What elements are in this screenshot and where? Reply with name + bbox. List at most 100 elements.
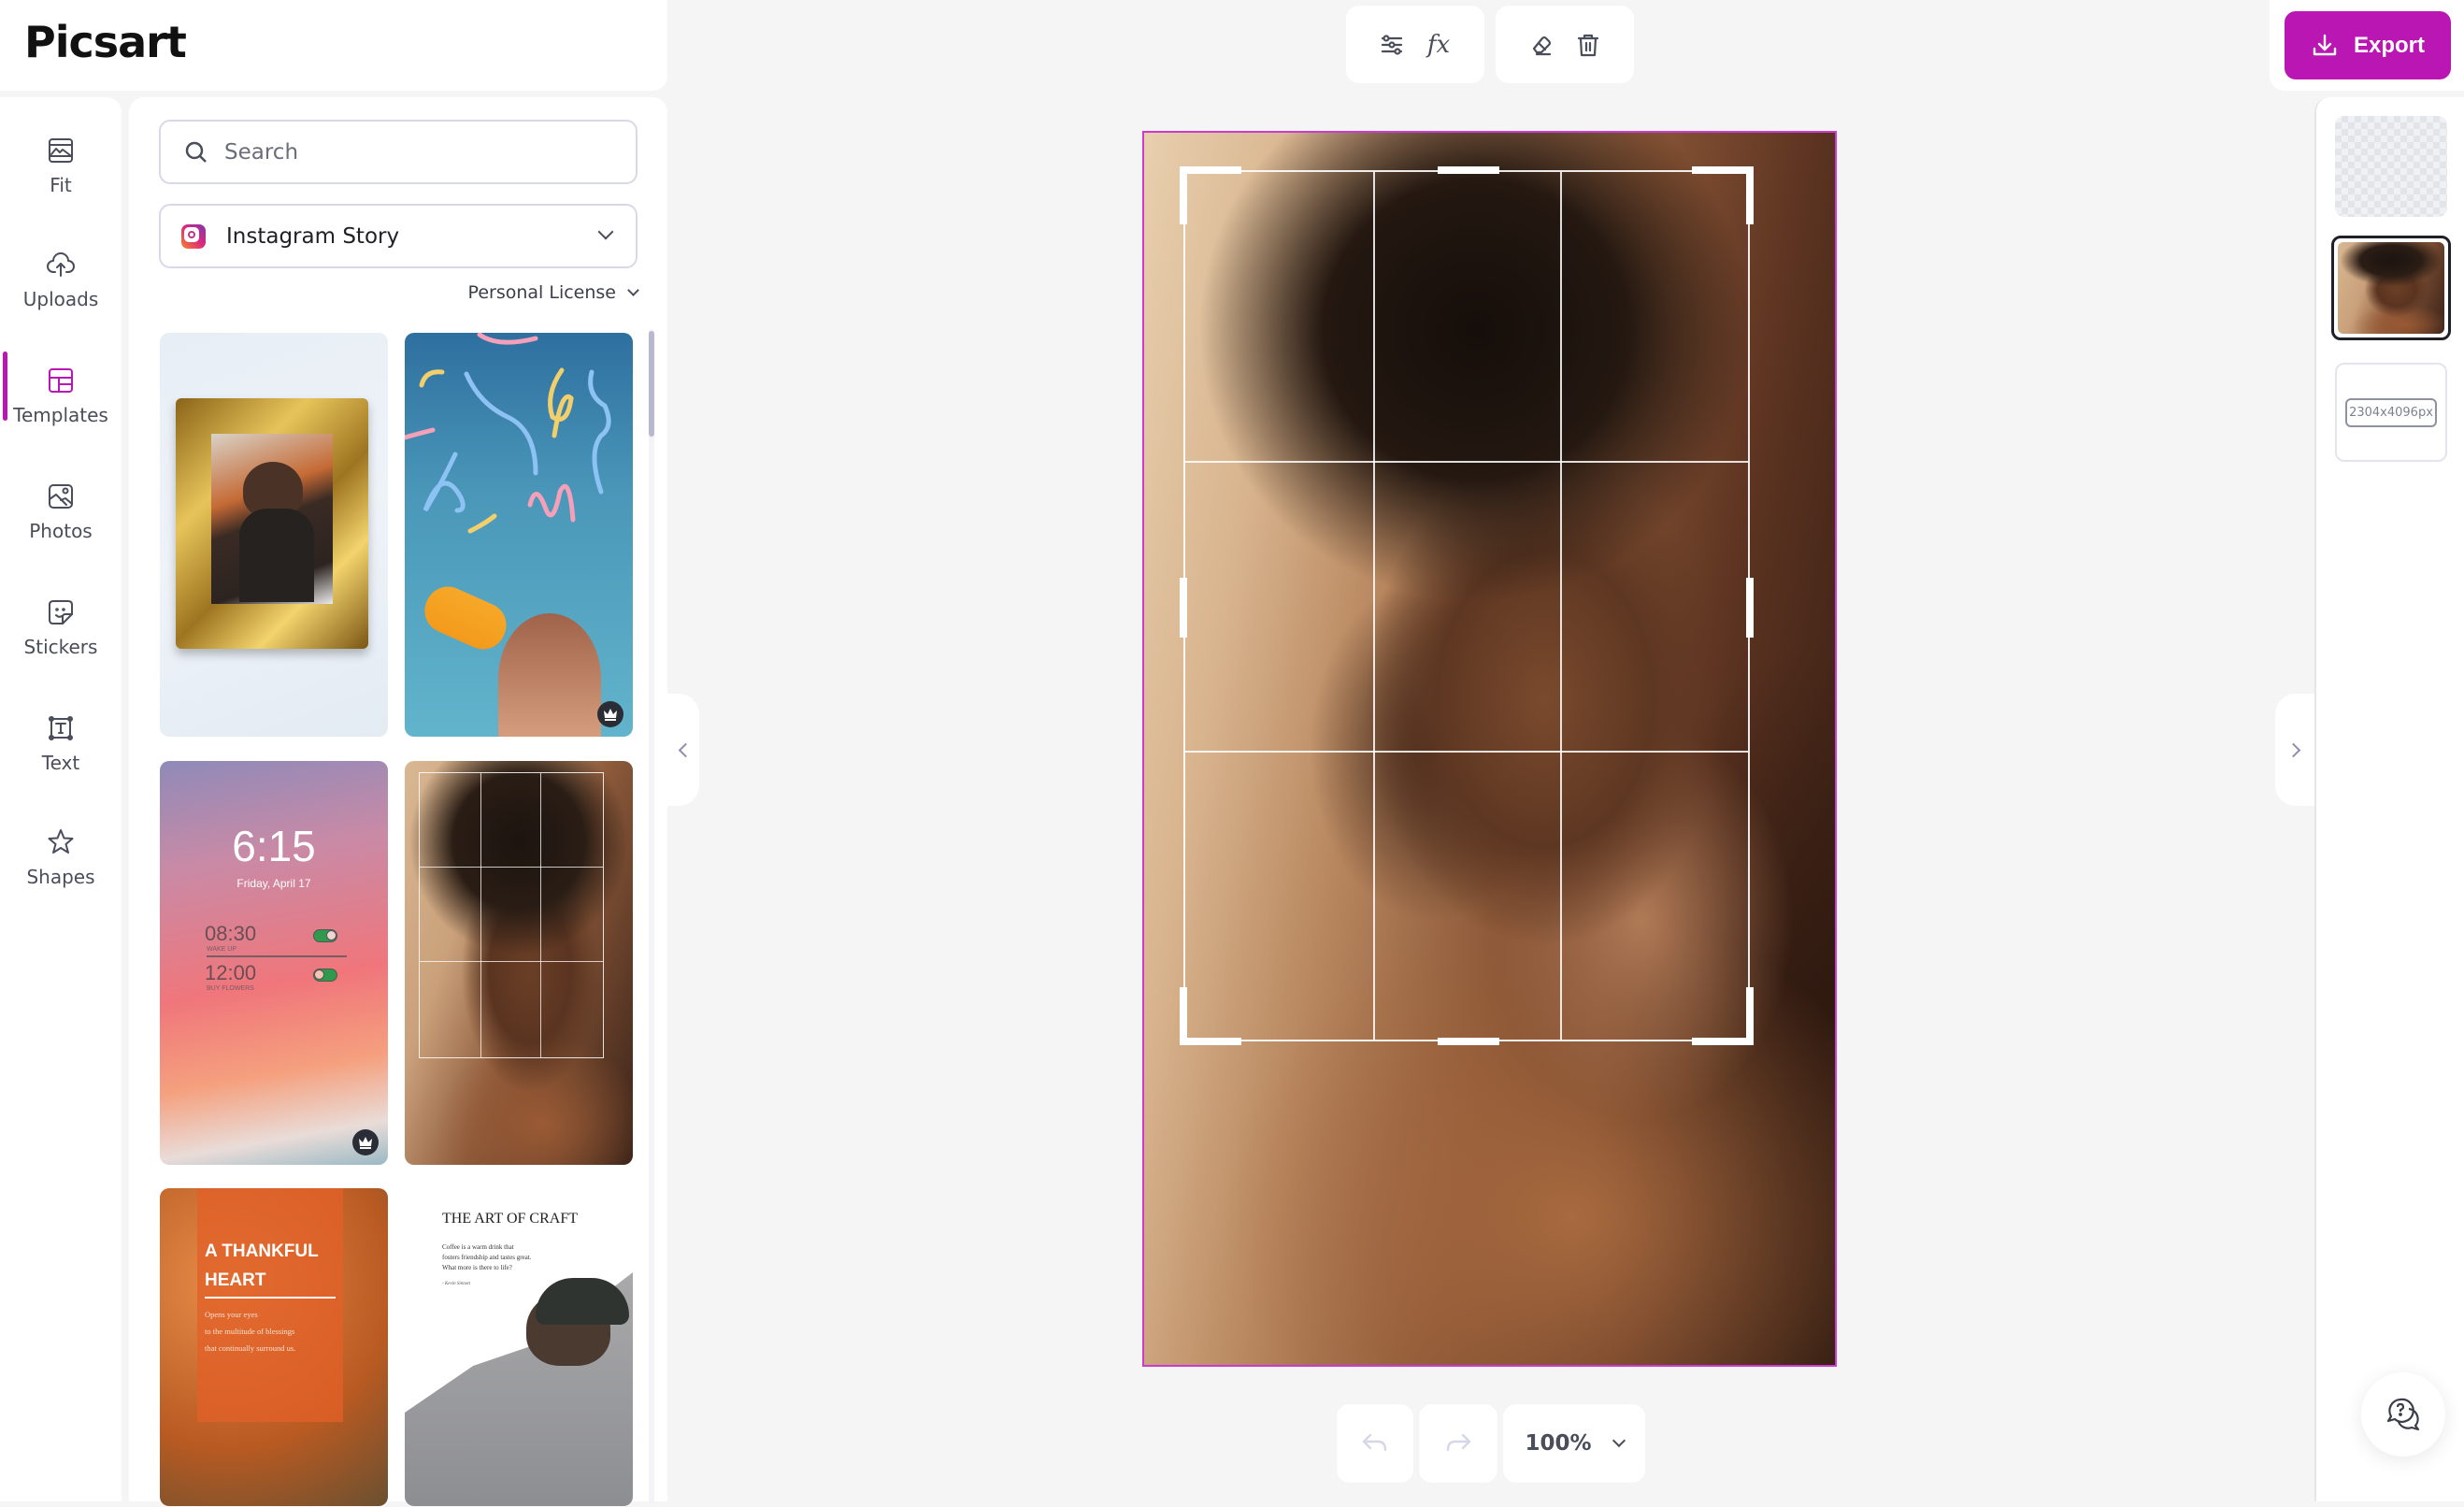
template-title: A THANKFUL HEART bbox=[205, 1241, 319, 1290]
sidebar-item-templates[interactable]: Templates bbox=[0, 344, 122, 447]
redo-icon bbox=[1446, 1433, 1471, 1452]
chevron-left-icon bbox=[678, 742, 693, 757]
crop-grid-line bbox=[1560, 172, 1563, 1040]
scrollbar-track[interactable] bbox=[649, 329, 654, 1507]
template-card-art-of-craft[interactable]: THE ART OF CRAFT Coffee is a warm drink … bbox=[405, 1188, 633, 1506]
chevron-down-icon bbox=[597, 223, 614, 240]
template-card-portrait-crop[interactable] bbox=[405, 761, 633, 1165]
template-card-thankful-heart[interactable]: A THANKFUL HEART Opens your eyes to the … bbox=[160, 1188, 388, 1506]
sidebar-item-label: Templates bbox=[13, 404, 108, 426]
crop-handle-left[interactable] bbox=[1180, 578, 1187, 638]
search-field[interactable] bbox=[159, 120, 637, 184]
premium-badge bbox=[597, 701, 623, 727]
logo-header: Picsart bbox=[0, 0, 667, 91]
clock-date: Friday, April 17 bbox=[236, 877, 311, 890]
effects-button[interactable]: fx bbox=[1420, 26, 1457, 64]
crown-icon bbox=[359, 1137, 372, 1149]
crop-box[interactable] bbox=[1180, 166, 1754, 1045]
text-box-icon bbox=[49, 716, 73, 740]
sidebar-item-label: Shapes bbox=[26, 866, 95, 888]
template-card-confetti[interactable] bbox=[405, 333, 633, 737]
trash-icon bbox=[1577, 34, 1599, 56]
format-dropdown[interactable]: Instagram Story bbox=[159, 204, 637, 268]
sidebar-item-text[interactable]: Text bbox=[0, 692, 122, 795]
premium-badge bbox=[352, 1129, 379, 1155]
fx-icon: fx bbox=[1426, 30, 1451, 59]
crop-handle-bottom-left[interactable] bbox=[1180, 1038, 1241, 1045]
sidebar-item-photos[interactable]: Photos bbox=[0, 460, 122, 563]
layer-photo-thumbnail bbox=[2338, 242, 2444, 334]
crop-grid-preview bbox=[419, 772, 604, 1058]
crop-handle-bottom[interactable] bbox=[1438, 1038, 1499, 1045]
sidebar-item-uploads[interactable]: Uploads bbox=[0, 228, 122, 331]
crop-handle-top-right[interactable] bbox=[1746, 166, 1754, 224]
redo-button[interactable] bbox=[1419, 1404, 1497, 1483]
instagram-icon bbox=[181, 223, 206, 249]
crop-handle-right[interactable] bbox=[1746, 578, 1754, 638]
search-icon bbox=[185, 141, 207, 163]
body-line: to the multitude of blessings bbox=[205, 1327, 295, 1336]
body-line: Coffee is a warm drink that bbox=[442, 1243, 514, 1251]
expand-panel-button[interactable] bbox=[2275, 694, 2314, 806]
crop-handle-top-left[interactable] bbox=[1180, 166, 1187, 224]
crop-handle-top[interactable] bbox=[1438, 166, 1499, 174]
help-chat-button[interactable] bbox=[2361, 1372, 2445, 1457]
license-label: Personal License bbox=[467, 282, 616, 303]
crop-grid-line bbox=[1185, 461, 1748, 464]
editor-canvas[interactable] bbox=[1142, 131, 1837, 1367]
alarm-time: 12:00 bbox=[205, 961, 257, 984]
sidebar-item-fit[interactable]: Fit bbox=[0, 114, 122, 217]
gold-frame bbox=[176, 398, 368, 649]
layer-background[interactable] bbox=[2335, 116, 2447, 217]
sidebar-item-label: Fit bbox=[50, 174, 72, 196]
sidebar-item-label: Text bbox=[41, 752, 80, 774]
undo-button[interactable] bbox=[1337, 1404, 1413, 1483]
sticker-icon bbox=[49, 600, 73, 624]
chevron-down-icon bbox=[1612, 1433, 1626, 1448]
body-line: Opens your eyes bbox=[205, 1310, 258, 1319]
zoom-level: 100% bbox=[1525, 1431, 1592, 1456]
eraser-button[interactable] bbox=[1523, 26, 1560, 64]
crop-handle-bottom-left[interactable] bbox=[1180, 987, 1187, 1045]
license-dropdown[interactable]: Personal License bbox=[467, 282, 639, 303]
text-overlay bbox=[197, 1188, 343, 1422]
body-line: What more is there to life? bbox=[442, 1264, 512, 1271]
body-line: that continually surround us. bbox=[205, 1343, 296, 1353]
sidebar-item-shapes[interactable]: Shapes bbox=[0, 806, 122, 909]
crop-handle-bottom-right[interactable] bbox=[1692, 1038, 1754, 1045]
adjust-button[interactable] bbox=[1373, 26, 1411, 64]
template-card-lockscreen[interactable]: 6:15 Friday, April 17 08:30 WAKE UP 12:0… bbox=[160, 761, 388, 1165]
collapse-panel-button[interactable] bbox=[667, 694, 699, 806]
chevron-down-icon bbox=[627, 283, 639, 296]
template-card-gold-frame[interactable] bbox=[160, 333, 388, 737]
template-author: - Kevin Sinnott bbox=[442, 1282, 470, 1286]
alarm-label: WAKE UP bbox=[207, 946, 237, 953]
layer-canvas-size[interactable]: 2304x4096px bbox=[2335, 363, 2447, 462]
search-input[interactable] bbox=[224, 139, 617, 165]
delete-button[interactable] bbox=[1569, 26, 1607, 64]
cloud-upload-icon bbox=[47, 252, 75, 277]
crop-handle-bottom-right[interactable] bbox=[1746, 987, 1754, 1045]
image-fit-icon bbox=[49, 138, 73, 163]
sliders-icon bbox=[1381, 34, 1403, 55]
body-line: fosters friendship and tastes great. bbox=[442, 1254, 532, 1261]
alarm-time: 08:30 bbox=[205, 922, 257, 945]
alarm-label: BUY FLOWERS bbox=[207, 985, 254, 992]
export-label: Export bbox=[2353, 32, 2425, 58]
crop-handle-top-right[interactable] bbox=[1692, 166, 1754, 174]
clock-time: 6:15 bbox=[232, 822, 316, 870]
scrollbar-thumb[interactable] bbox=[649, 331, 654, 437]
download-icon bbox=[2313, 34, 2337, 55]
chevron-right-icon bbox=[2285, 742, 2300, 757]
layer-photo[interactable] bbox=[2331, 236, 2451, 340]
zoom-dropdown[interactable]: 100% bbox=[1503, 1404, 1645, 1483]
crop-handle-top-left[interactable] bbox=[1180, 166, 1241, 174]
sidebar-item-stickers[interactable]: Stickers bbox=[0, 576, 122, 679]
picsart-logo[interactable]: Picsart bbox=[24, 17, 187, 67]
sidebar: Fit Uploads Templates Photos Stickers Te… bbox=[0, 97, 122, 1501]
template-title: THE ART OF CRAFT bbox=[442, 1211, 578, 1227]
template-body: Opens your eyes to the multitude of bles… bbox=[205, 1306, 345, 1356]
export-button[interactable]: Export bbox=[2285, 11, 2451, 79]
photo-icon bbox=[49, 484, 73, 509]
sidebar-item-label: Photos bbox=[29, 520, 93, 542]
